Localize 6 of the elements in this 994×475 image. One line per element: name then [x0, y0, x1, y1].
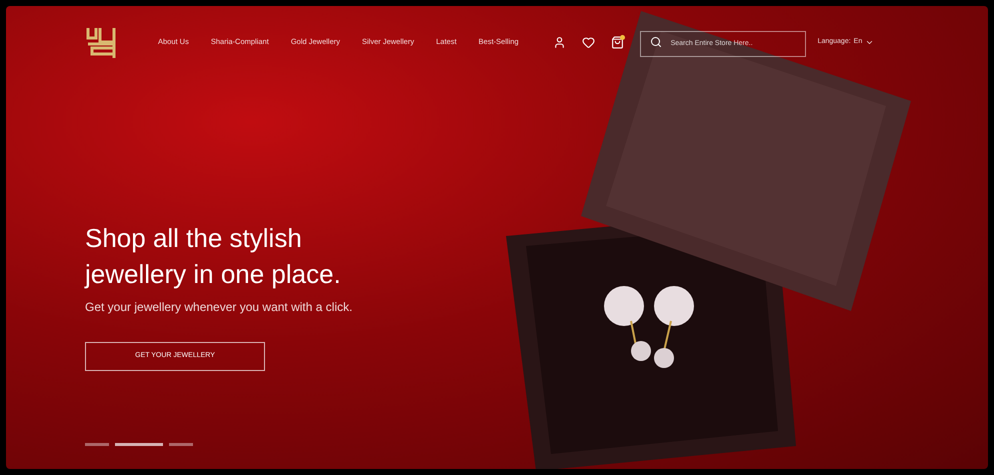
hero-title: Shop all the stylish jewellery in one place.	[85, 222, 342, 291]
heart-icon[interactable]	[582, 36, 595, 48]
search-icon	[650, 36, 662, 48]
hero-subtitle: Get your jewellery whenever you want with a click.	[85, 299, 354, 316]
cart-icon[interactable]	[610, 36, 624, 48]
account-icon[interactable]	[552, 36, 566, 48]
